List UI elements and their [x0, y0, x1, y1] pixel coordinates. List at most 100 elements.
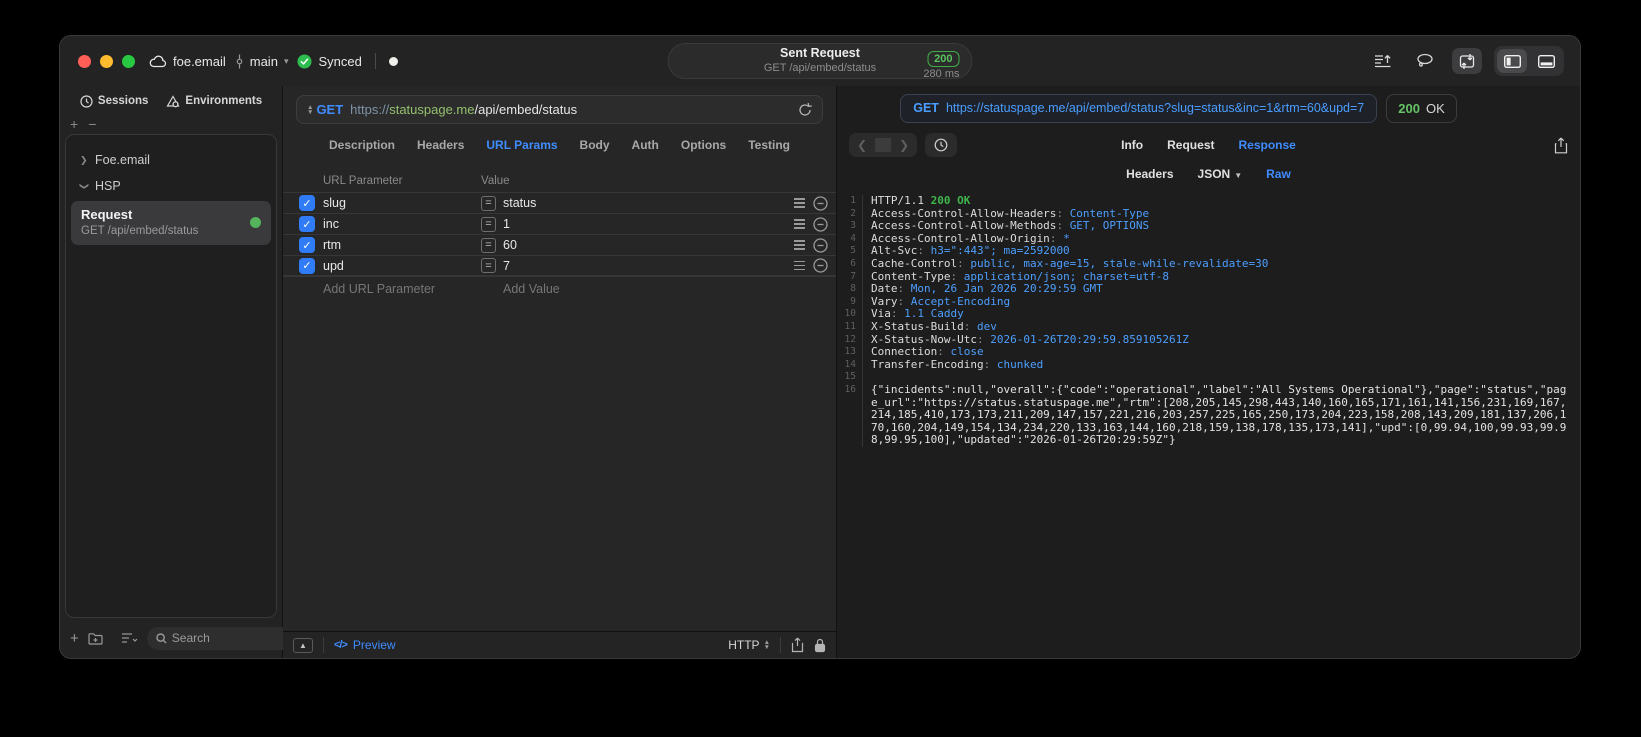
- project-menu[interactable]: foe.email: [149, 54, 226, 69]
- remove-param-button[interactable]: [813, 237, 828, 253]
- chevron-right-icon: ❯: [80, 154, 88, 165]
- param-value-input[interactable]: 7: [503, 259, 510, 273]
- sync-check-icon: [297, 54, 312, 69]
- sort-filter-button[interactable]: [121, 632, 138, 644]
- drag-handle-icon[interactable]: [794, 198, 805, 208]
- url-host: statuspage.me: [389, 102, 475, 117]
- subtab-json[interactable]: JSON ▼: [1198, 167, 1243, 181]
- export-lines-button[interactable]: [1368, 48, 1398, 74]
- collapse-editor-button[interactable]: ▲: [293, 637, 313, 653]
- list-filter-icon: [121, 632, 138, 644]
- request-editor-panel: ▲ ▼ GET https://statuspage.me/api/embed/s…: [283, 86, 837, 658]
- tab-response[interactable]: Response: [1238, 138, 1295, 152]
- param-row: ✓ rtm = 60: [283, 234, 836, 255]
- branch-name: main: [249, 53, 278, 69]
- remove-param-button[interactable]: [813, 216, 828, 232]
- response-subtabs: Headers JSON ▼ Raw: [837, 160, 1580, 187]
- back-button[interactable]: ❮: [849, 138, 875, 152]
- response-status-code: 200: [1398, 100, 1420, 116]
- tab-auth[interactable]: Auth: [632, 138, 659, 152]
- tab-options[interactable]: Options: [681, 138, 726, 152]
- request-url-text[interactable]: https://statuspage.me/api/embed/status: [350, 102, 577, 117]
- param-value-input[interactable]: 60: [503, 238, 517, 252]
- export-response-button[interactable]: [1554, 137, 1568, 154]
- param-name-input[interactable]: upd: [323, 259, 481, 273]
- line-number: 16: [837, 383, 863, 447]
- titlebar-separator: [374, 53, 376, 69]
- code-icon: </>: [334, 639, 348, 651]
- preview-toggle[interactable]: </> Preview: [334, 638, 396, 652]
- add-session-button[interactable]: +: [70, 116, 78, 132]
- request-url-field[interactable]: ▲ ▼ GET https://statuspage.me/api/embed/s…: [296, 95, 823, 124]
- response-raw-body[interactable]: 1 HTTP/1.1 200 OK 2 Access-Control-Allow-He…: [837, 187, 1580, 658]
- zoom-window-button[interactable]: [122, 54, 135, 68]
- ssl-lock-button[interactable]: [814, 638, 826, 653]
- sent-request-url-box[interactable]: GET https://statuspage.me/api/embed/stat…: [900, 93, 1378, 123]
- equals-operator-icon[interactable]: =: [481, 195, 496, 211]
- param-enabled-checkbox[interactable]: ✓: [299, 216, 315, 232]
- line-number: 14: [837, 358, 863, 372]
- new-request-button[interactable]: +: [70, 630, 79, 647]
- method-select[interactable]: ▲ ▼ GET: [307, 102, 343, 117]
- sync-status[interactable]: Synced: [297, 53, 362, 69]
- remove-session-button[interactable]: −: [88, 116, 96, 132]
- param-enabled-checkbox[interactable]: ✓: [299, 237, 315, 253]
- minimize-window-button[interactable]: [100, 54, 113, 68]
- drag-handle-icon[interactable]: [794, 260, 805, 271]
- tab-headers[interactable]: Headers: [417, 138, 464, 152]
- close-window-button[interactable]: [78, 54, 91, 68]
- add-param-row[interactable]: Add URL Parameter Add Value: [283, 276, 836, 300]
- equals-operator-icon[interactable]: =: [481, 237, 496, 253]
- history-clock-icon: [934, 138, 948, 152]
- swap-arrows-icon: [1458, 53, 1476, 70]
- tab-request[interactable]: Request: [1167, 138, 1214, 152]
- new-folder-button[interactable]: [88, 632, 103, 645]
- sidebar-request-item[interactable]: Request GET /api/embed/status: [71, 201, 271, 245]
- tab-url-params[interactable]: URL Params: [486, 138, 557, 152]
- group-foe-email-label: Foe.email: [95, 153, 150, 167]
- tab-info[interactable]: Info: [1121, 138, 1143, 152]
- param-enabled-checkbox[interactable]: ✓: [299, 257, 315, 274]
- resend-request-button[interactable]: [798, 102, 812, 117]
- param-enabled-checkbox[interactable]: ✓: [299, 195, 315, 211]
- subtab-raw[interactable]: Raw: [1266, 167, 1291, 181]
- sent-request-summary[interactable]: Sent Request GET /api/embed/status 200 2…: [667, 43, 973, 80]
- param-name-input[interactable]: rtm: [323, 238, 481, 252]
- equals-operator-icon[interactable]: =: [481, 258, 496, 273]
- equals-operator-icon[interactable]: =: [481, 216, 496, 232]
- subtab-headers[interactable]: Headers: [1126, 167, 1173, 181]
- tab-environments[interactable]: Environments: [166, 94, 262, 108]
- request-response-toggle-button[interactable]: [1452, 48, 1482, 74]
- tab-sessions[interactable]: Sessions: [80, 94, 148, 108]
- group-hsp[interactable]: ❯ HSP: [66, 173, 276, 199]
- protocol-select[interactable]: HTTP ▲ ▼: [728, 638, 770, 652]
- tab-description[interactable]: Description: [329, 138, 395, 152]
- add-value-placeholder[interactable]: Add Value: [481, 282, 778, 296]
- param-name-input[interactable]: inc: [323, 217, 481, 231]
- param-name-input[interactable]: slug: [323, 196, 481, 210]
- method-stepper-icon: ▲ ▼: [307, 103, 314, 116]
- drag-handle-icon[interactable]: [794, 219, 805, 229]
- response-panel: GET https://statuspage.me/api/embed/stat…: [837, 86, 1580, 658]
- history-button[interactable]: [925, 133, 958, 157]
- remove-param-button[interactable]: [813, 195, 828, 211]
- column-url-parameter: URL Parameter: [323, 175, 403, 187]
- param-value-input[interactable]: 1: [503, 217, 510, 231]
- line-number: 5: [837, 245, 863, 258]
- export-request-button[interactable]: [791, 637, 804, 653]
- tab-body[interactable]: Body: [580, 138, 610, 152]
- unsaved-indicator-dot: [388, 56, 398, 66]
- forward-button[interactable]: ❯: [891, 138, 917, 152]
- tab-testing[interactable]: Testing: [748, 138, 790, 152]
- param-value-input[interactable]: status: [503, 196, 536, 210]
- toggle-sidebar-button[interactable]: [1497, 49, 1527, 73]
- branch-menu[interactable]: main ▾: [235, 53, 288, 69]
- group-foe-email[interactable]: ❯ Foe.email: [66, 147, 276, 173]
- add-url-parameter-placeholder[interactable]: Add URL Parameter: [323, 282, 481, 296]
- lasso-button[interactable]: [1410, 48, 1440, 74]
- sync-status-label: Synced: [318, 53, 362, 69]
- remove-param-button[interactable]: [813, 258, 828, 273]
- bottom-panel-layout-icon: [1537, 54, 1555, 68]
- toggle-bottom-panel-button[interactable]: [1531, 49, 1561, 73]
- drag-handle-icon[interactable]: [794, 240, 805, 250]
